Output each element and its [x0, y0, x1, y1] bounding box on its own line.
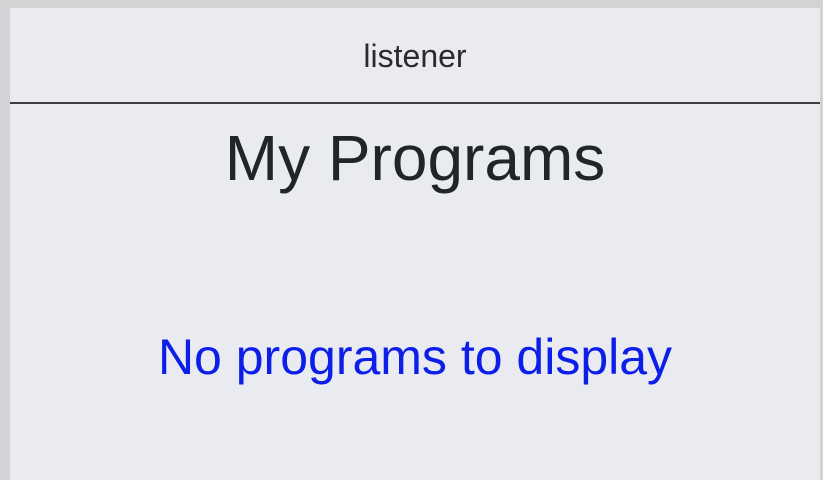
empty-state-message: No programs to display: [157, 329, 673, 385]
app-header-title: listener: [363, 38, 467, 74]
page-title: My Programs: [224, 122, 606, 194]
app-frame: listener My Programs No programs to disp…: [0, 0, 823, 480]
app-header: listener: [10, 8, 820, 104]
